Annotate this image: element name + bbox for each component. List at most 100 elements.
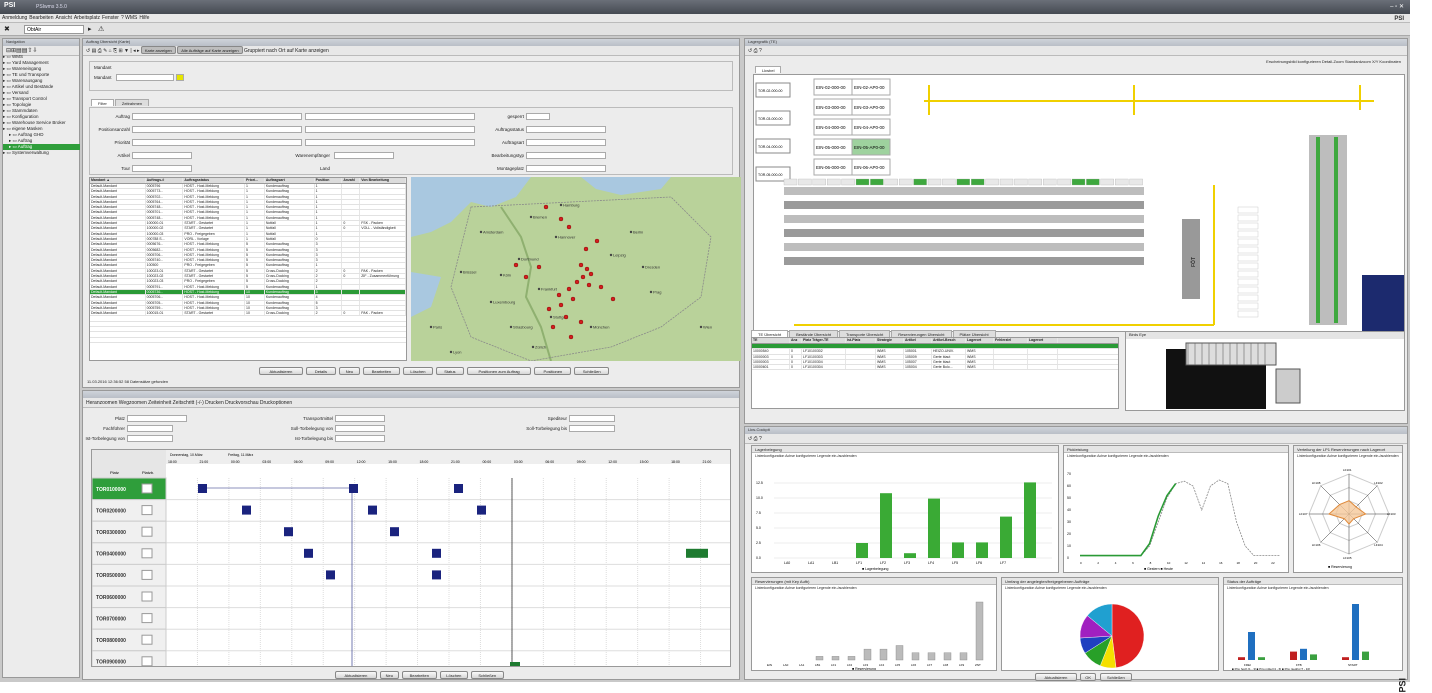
bar[interactable] [879,648,888,661]
order-marker[interactable] [536,264,542,270]
schedule-button-1[interactable]: Neu [379,671,399,679]
shelf-slot[interactable] [1237,238,1259,246]
chart-umfang-config[interactable]: Linienkonfiguration Achse konfigurieren … [1005,586,1107,590]
rack-bin[interactable] [855,178,870,186]
artikel-field[interactable] [132,152,192,159]
stock-tab-1[interactable]: Bestände Übersicht [789,330,839,337]
order-marker[interactable] [558,216,564,222]
active-booking[interactable] [510,662,520,667]
schedule-field[interactable] [335,425,385,432]
gate-button[interactable] [141,634,153,645]
shelf-slot[interactable] [1237,230,1259,238]
gate-button[interactable] [141,505,153,516]
schedule-toolbar[interactable]: Heranzoomen Wegzoomen Zeiteinheit Zeitsc… [83,398,739,408]
schedule-button-3[interactable]: Löschen [439,671,468,679]
menu-item-2[interactable]: Ansicht [55,15,71,21]
shelf-slot[interactable] [1237,270,1259,278]
charts-button-1[interactable]: OK [1079,673,1097,681]
mandant-lookup-button[interactable] [176,74,184,81]
order-marker[interactable] [578,262,584,268]
chart-lagerbelegung-config[interactable]: Linienkonfiguration Achse konfigurieren … [755,454,857,458]
group-by-city-label[interactable]: Gruppiert nach Ort auf Karte anzeigen [244,48,329,54]
order-marker[interactable] [523,274,529,280]
orders-button-6[interactable]: Positionen zum Auftrag [466,367,532,375]
rack-bin[interactable] [899,178,913,186]
orders-button-7[interactable]: Positionen [534,367,572,375]
stock-tab-0[interactable]: TE Übersicht [751,330,789,337]
orders-button-2[interactable]: Neu [339,367,360,375]
warning-icon[interactable]: ⚠ [98,25,104,33]
rack-bin[interactable] [927,178,942,186]
mandant-field[interactable] [116,74,174,81]
warenempfaenger-field[interactable] [334,152,394,159]
booking-block[interactable] [304,548,313,558]
bar[interactable] [880,493,892,558]
order-marker[interactable] [550,324,556,330]
bar[interactable] [1362,651,1369,660]
tour-field[interactable] [132,165,192,172]
storage-rack[interactable] [784,257,1144,265]
stock-tab-4[interactable]: Plätze Übersicht [952,330,996,337]
order-marker[interactable] [598,284,604,290]
schedule-field[interactable] [127,435,173,442]
bar[interactable] [928,498,940,558]
shelf-slot[interactable] [1237,278,1259,286]
warehouse-layout[interactable]: TOR-02-000-00 TOR-03-000-00 TOR-04-000-00 T… [753,74,1405,332]
rack-bin[interactable] [1115,178,1129,186]
order-marker[interactable] [543,204,549,210]
bar[interactable] [952,542,964,558]
chart-status-config[interactable]: Linienkonfiguration Achse konfigurieren … [1227,586,1329,590]
booking-block[interactable] [432,570,441,580]
order-marker[interactable] [586,282,592,288]
shelf-slot[interactable] [1237,262,1259,270]
rack-bin[interactable] [870,178,884,186]
schedule-button-0[interactable]: Aktualisieren [335,671,377,679]
stock-tab-3[interactable]: Reservierungen Übersicht [891,330,952,337]
schedule-field[interactable] [127,415,187,422]
rack-bin[interactable] [985,178,999,186]
rack-bin[interactable] [841,178,855,186]
bar[interactable] [927,652,936,661]
storage-rack[interactable] [784,215,1144,223]
order-marker[interactable] [574,279,580,285]
bar[interactable] [1352,604,1359,660]
prioritaet-field[interactable] [132,139,302,146]
schedule-field[interactable] [569,415,615,422]
menu-item-0[interactable]: Anmeldung [2,15,27,21]
booking-block[interactable] [432,548,441,558]
rack-bin[interactable] [1086,178,1100,186]
column-header[interactable]: Priori... [245,178,265,183]
pie-slice[interactable] [1111,603,1145,668]
order-marker[interactable] [546,306,552,312]
booking-block[interactable] [198,484,207,493]
rack-bin[interactable] [783,178,798,186]
charts-toolbar[interactable]: ↺ ⎙ ? [745,434,1407,444]
rack-bin[interactable] [971,178,985,186]
layout-toolbar[interactable]: ↺ ⎙ ? [745,46,1407,56]
booking-block[interactable] [242,505,251,515]
booking-block[interactable] [368,505,377,515]
layout-zoom-options[interactable]: Erscheinungsbild konfigurieren Detail-Zo… [1266,59,1401,64]
gate-button[interactable] [141,591,153,602]
order-marker[interactable] [594,238,600,244]
column-header[interactable]: TE [752,338,790,343]
shelf-slot[interactable] [1237,246,1259,254]
column-header[interactable]: Artikel [904,338,932,343]
order-marker[interactable] [580,274,586,280]
column-header[interactable]: Ist-Platz [846,338,876,343]
prioritaet-field-2[interactable] [305,139,475,146]
booking-block[interactable] [349,484,358,493]
gate-gantt[interactable]: Platz Platzb. Donnerstag, 10.März Freitag, … [91,449,731,667]
bar[interactable] [831,656,840,661]
gate-button[interactable] [141,613,153,624]
bar[interactable] [1248,632,1255,660]
bar[interactable] [976,542,988,558]
column-header[interactable]: Artikel-Besch [932,338,966,343]
booking-block[interactable] [477,505,486,515]
bar[interactable] [911,652,920,661]
show-all-on-map-button[interactable]: Alle Aufträge auf Karte anzeigen [177,46,243,54]
bar[interactable] [1000,516,1012,558]
bar[interactable] [904,553,916,558]
order-marker[interactable] [566,286,572,292]
chart-pickleistung-config[interactable]: Linienkonfiguration Achse konfigurieren … [1067,454,1169,458]
